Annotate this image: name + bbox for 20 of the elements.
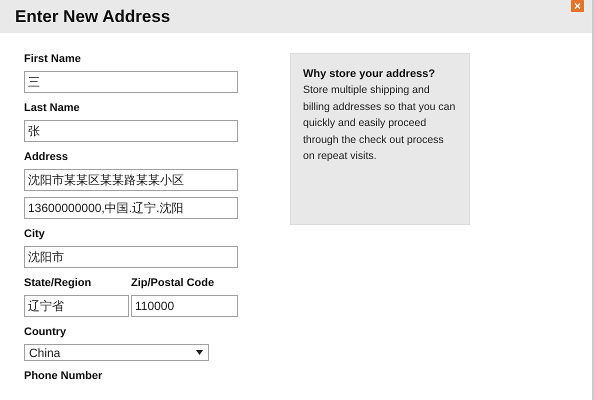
window-title: Enter New Address bbox=[15, 6, 170, 26]
field-label: Zip/Postal Code bbox=[131, 277, 216, 289]
input-field[interactable]: 沈阳市某某区某某路某某小区 bbox=[24, 169, 238, 191]
input-field[interactable]: 辽宁省 bbox=[24, 295, 129, 317]
field-label: Last Name bbox=[24, 102, 81, 114]
field-label: Country bbox=[24, 326, 68, 338]
field-label: Address bbox=[24, 151, 70, 163]
info-text: Store multiple shipping and billing addresses so that you can quickly and easily proceed through the check out process on repeat visits. bbox=[303, 83, 456, 164]
country-dropdown[interactable]: China bbox=[24, 344, 209, 361]
field-label: City bbox=[24, 228, 46, 240]
field-label: Phone Number bbox=[24, 370, 104, 382]
field-label: State/Region bbox=[24, 277, 92, 289]
input-field[interactable]: 沈阳市 bbox=[24, 246, 238, 268]
info-title: Why store your address? bbox=[303, 68, 436, 80]
input-field[interactable]: 张 bbox=[24, 120, 238, 142]
caret-icon bbox=[196, 350, 203, 355]
input-field[interactable]: 三 bbox=[24, 71, 238, 93]
input-field[interactable]: 110000 bbox=[131, 295, 238, 317]
field-label: First Name bbox=[24, 53, 82, 65]
input-field[interactable]: 13600000000,中国.辽宁.沈阳 bbox=[24, 197, 238, 219]
